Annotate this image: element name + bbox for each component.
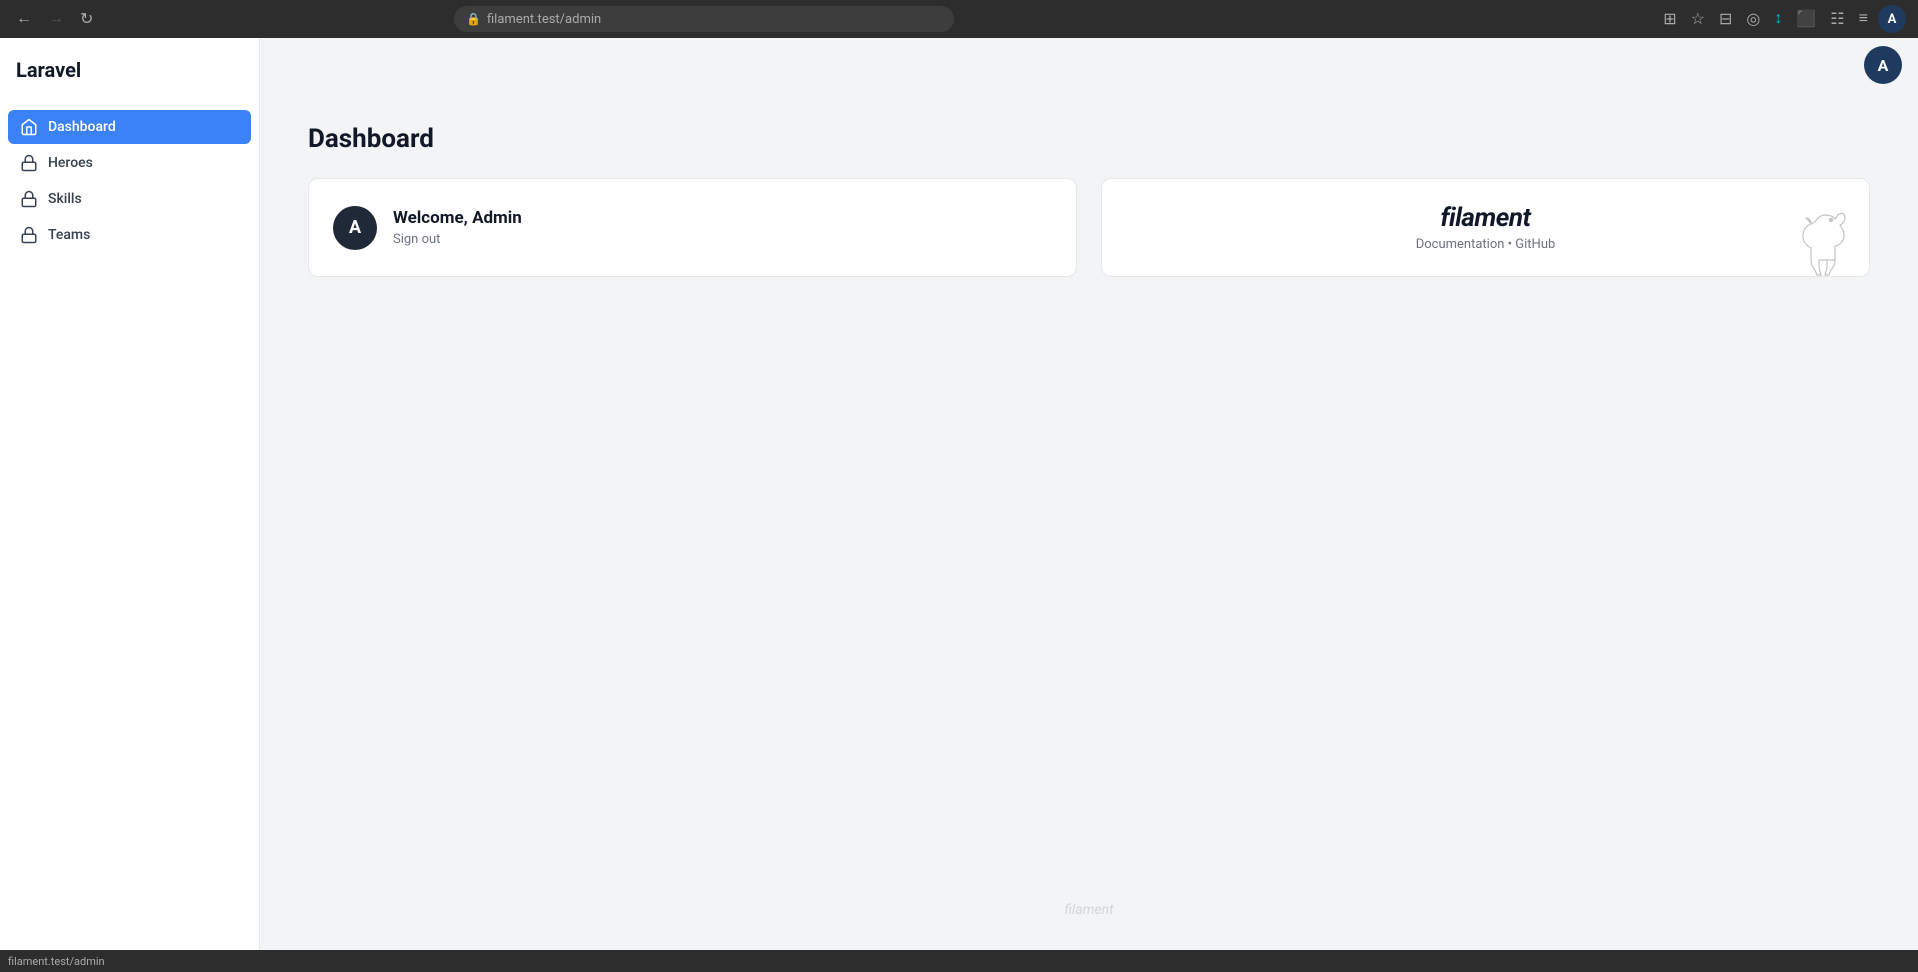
page-title: Dashboard [308, 124, 1870, 154]
forward-button[interactable]: → [44, 6, 68, 32]
lock-icon-2 [20, 226, 38, 244]
sidebar-item-teams[interactable]: Teams [8, 218, 251, 252]
welcome-avatar: A [333, 206, 377, 250]
reload-button[interactable]: ↻ [76, 5, 97, 33]
browser-user-avatar[interactable]: A [1878, 5, 1906, 33]
lock-icon [20, 190, 38, 208]
github-link[interactable]: GitHub [1515, 237, 1555, 252]
bookmark-button[interactable]: ☆ [1687, 5, 1709, 33]
top-bar: A [260, 38, 1918, 92]
sign-out-link[interactable]: Sign out [393, 232, 440, 247]
back-button[interactable]: ← [12, 6, 36, 32]
tab-search-button[interactable]: ⊟ [1715, 5, 1736, 33]
sidebar-item-skills-label: Skills [48, 191, 82, 207]
home-icon [20, 118, 38, 136]
sidebar-item-heroes-label: Heroes [48, 155, 93, 171]
container-button[interactable]: ⬛ [1792, 5, 1820, 33]
cards-container: A Welcome, Admin Sign out filament Docum… [260, 178, 1918, 277]
shield-icon [20, 154, 38, 172]
welcome-card: A Welcome, Admin Sign out [308, 178, 1077, 277]
sidebar-nav: Dashboard Heroes [0, 102, 259, 950]
filament-links: Documentation • GitHub [1416, 237, 1556, 252]
sidebar-item-skills[interactable]: Skills [8, 182, 251, 216]
url-display: filament.test/admin [487, 12, 601, 27]
sidebar: Laravel Dashboard [0, 38, 260, 950]
page-header: Dashboard [260, 92, 1918, 178]
user-avatar[interactable]: A [1864, 46, 1902, 84]
sidebar-item-dashboard[interactable]: Dashboard [8, 110, 251, 144]
app-layout: Laravel Dashboard [0, 38, 1918, 950]
security-icon: 🔒 [466, 12, 481, 26]
extensions-button[interactable]: ⊞ [1659, 5, 1680, 33]
pocket-button[interactable]: ◎ [1742, 5, 1764, 33]
sidebar-item-dashboard-label: Dashboard [48, 119, 116, 135]
documentation-link[interactable]: Documentation [1416, 237, 1505, 252]
firefox-sync-button[interactable]: ↕ [1770, 6, 1786, 32]
sidebar-item-heroes[interactable]: Heroes [8, 146, 251, 180]
devtools-button[interactable]: ☷ [1826, 5, 1848, 33]
footer-brand: filament [1064, 902, 1113, 918]
more-button[interactable]: ≡ [1855, 6, 1872, 32]
browser-actions: ⊞ ☆ ⊟ ◎ ↕ ⬛ ☷ ≡ A [1659, 5, 1906, 33]
page-footer: filament [260, 870, 1918, 950]
browser-chrome: ← → ↻ 🔒 filament.test/admin ⊞ ☆ ⊟ ◎ ↕ ⬛ … [0, 0, 1918, 38]
filament-card: filament Documentation • GitHub [1101, 178, 1870, 277]
status-bar: filament.test/admin [0, 950, 1918, 972]
welcome-text: Welcome, Admin Sign out [393, 208, 522, 247]
status-bar-url: filament.test/admin [8, 955, 105, 968]
filament-brand: filament [1440, 203, 1530, 233]
welcome-greeting: Welcome, Admin [393, 208, 522, 228]
address-bar[interactable]: 🔒 filament.test/admin [454, 6, 954, 32]
sidebar-logo: Laravel [0, 38, 259, 102]
filament-card-content: filament Documentation • GitHub [1126, 203, 1845, 252]
main-content: A Dashboard A Welcome, Admin Sign out fi… [260, 38, 1918, 950]
sidebar-item-teams-label: Teams [48, 227, 90, 243]
